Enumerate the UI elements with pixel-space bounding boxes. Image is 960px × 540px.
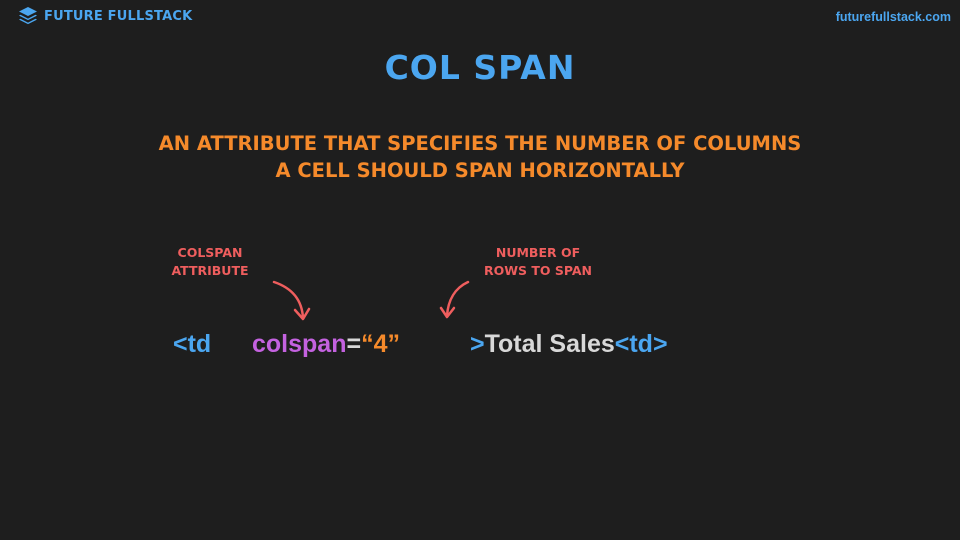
rows-note-line-1: NUMBER OF [495,245,581,260]
code-tag-close: > [470,330,485,358]
code-equals: = [346,330,362,358]
definition-line-2: A CELL SHOULD SPAN HORIZONTALLY [275,159,685,182]
slide-title: COL SPAN [384,48,576,87]
code-close-tag: <td> [614,330,668,358]
code-content: >Total Sales<td> [470,330,668,359]
colspan-arrow-icon [272,280,311,321]
colspan-note-line-1: COLSPAN [177,245,243,260]
brand-name: FUTURE FULLSTACK [44,8,193,24]
code-cell-text: Total Sales [484,330,615,358]
stacked-layers-icon [19,7,37,25]
code-attribute-value: “4” [361,330,400,358]
code-attribute: colspan=“4” [252,330,400,359]
code-open-tag: <td [173,330,212,358]
brand-logo: FUTURE FULLSTACK [18,6,192,26]
code-attribute-name: colspan [252,330,347,358]
colspan-attribute-note: COLSPAN ATTRIBUTE [160,244,260,280]
rows-arrow-icon [439,280,470,319]
site-url: futurefullstack.com [835,10,951,24]
colspan-note-line-2: ATTRIBUTE [171,263,249,278]
rows-to-span-note: NUMBER OF ROWS TO SPAN [463,244,613,280]
rows-note-line-2: ROWS TO SPAN [483,263,593,278]
definition-text: AN ATTRIBUTE THAT SPECIFIES THE NUMBER O… [0,130,960,184]
definition-line-1: AN ATTRIBUTE THAT SPECIFIES THE NUMBER O… [158,132,802,155]
